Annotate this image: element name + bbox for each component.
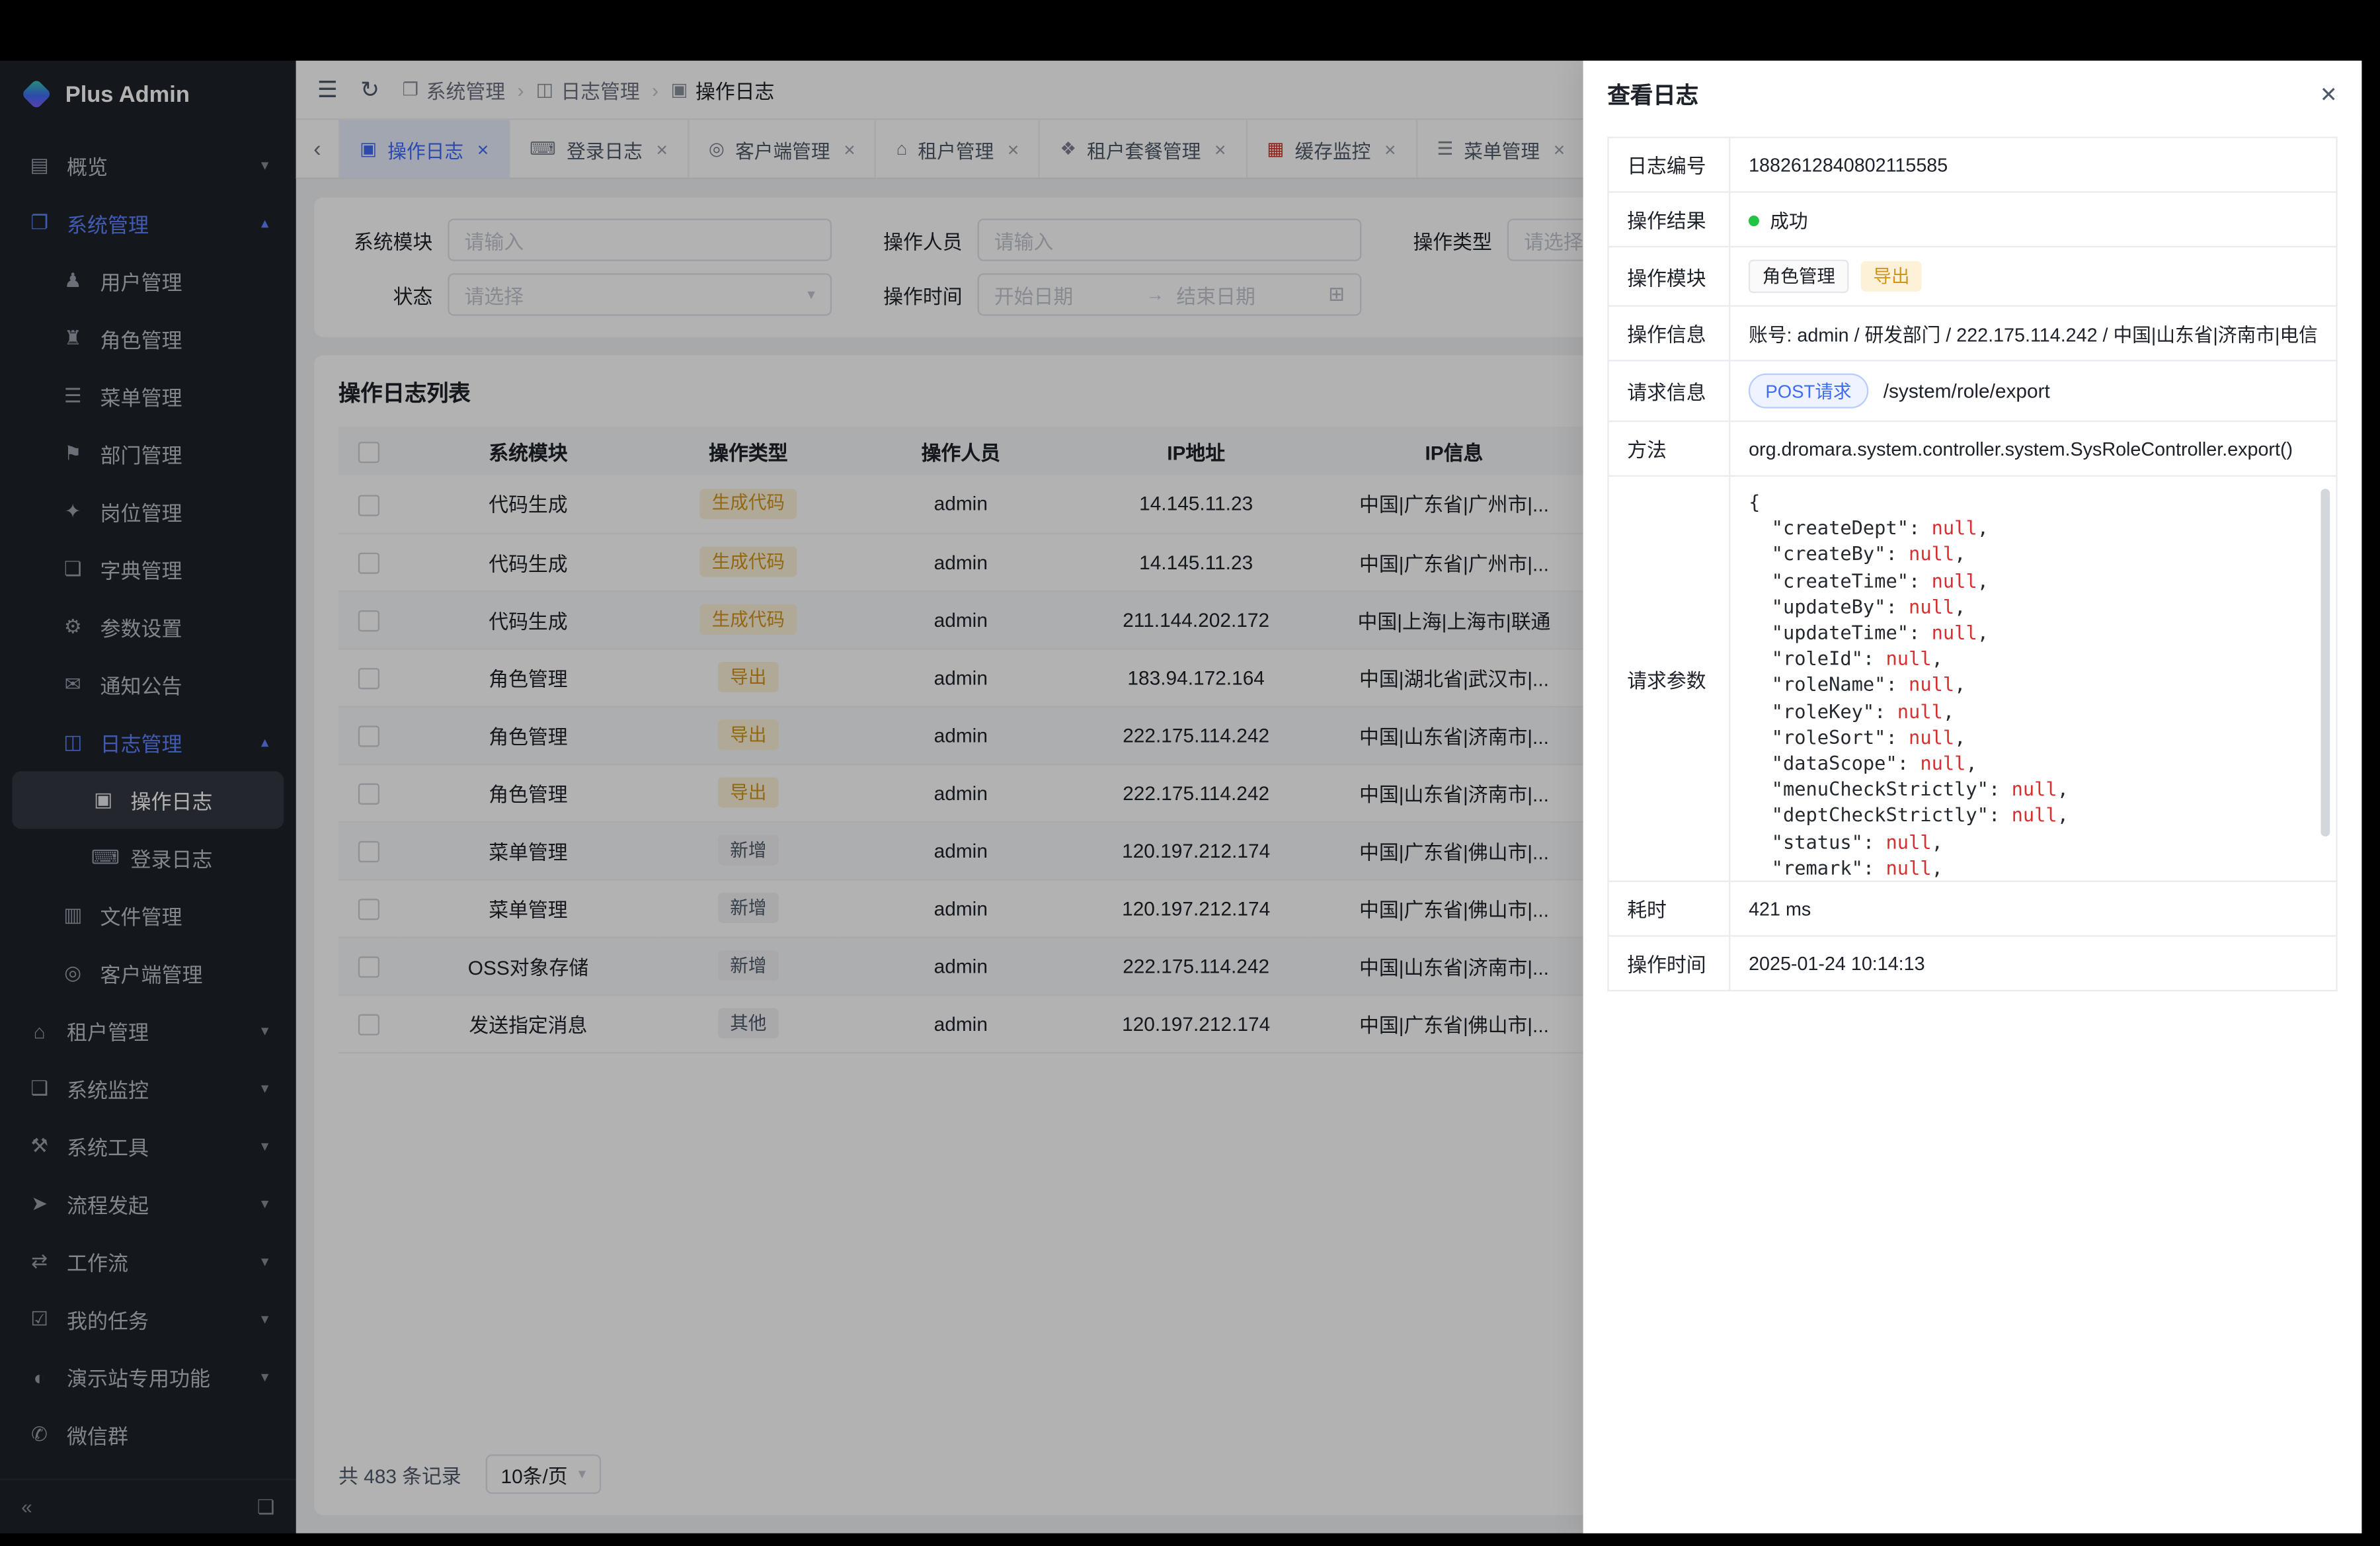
detail-row-module: 操作模块角色管理导出 <box>1608 247 2337 306</box>
detail-row-time: 操作时间2025-01-24 10:14:13 <box>1608 936 2337 991</box>
scrollbar-thumb[interactable] <box>2320 489 2330 836</box>
status-dot <box>1749 216 1759 226</box>
detail-value-result: 成功 <box>1729 192 2336 247</box>
detail-value-params: { "createDept": null, "createBy": null, … <box>1729 476 2336 881</box>
drawer-header: 查看日志 ✕ <box>1583 61 2362 128</box>
detail-row-method: 方法org.dromara.system.controller.system.S… <box>1608 421 2337 476</box>
detail-value-info: 账号: admin / 研发部门 / 222.175.114.242 / 中国|… <box>1729 306 2336 361</box>
detail-row-log-id: 日志编号1882612840802115585 <box>1608 138 2337 192</box>
request-url: /system/role/export <box>1884 380 2050 402</box>
detail-row-request: 请求信息POST请求/system/role/export <box>1608 360 2337 421</box>
detail-value-request: POST请求/system/role/export <box>1729 360 2336 421</box>
detail-label: 操作时间 <box>1608 936 1730 991</box>
detail-label: 操作结果 <box>1608 192 1730 247</box>
detail-row-info: 操作信息账号: admin / 研发部门 / 222.175.114.242 /… <box>1608 306 2337 361</box>
status-text: 成功 <box>1770 211 1807 232</box>
close-icon[interactable]: ✕ <box>2320 81 2338 107</box>
bottom-black-bar <box>0 1533 2380 1545</box>
screen: Plus Admin ▤ 概览 ▾ ❐ 系统管理 ▴ ♟ 用户管理 ♜ 角色管理… <box>0 0 2380 1545</box>
detail-label: 耗时 <box>1608 881 1730 936</box>
drawer-body: 日志编号1882612840802115585操作结果成功操作模块角色管理导出操… <box>1583 128 2362 1533</box>
detail-value-duration: 421 ms <box>1729 881 2336 936</box>
detail-label: 请求参数 <box>1608 476 1730 881</box>
detail-value-method: org.dromara.system.controller.system.Sys… <box>1729 421 2336 476</box>
detail-value-module: 角色管理导出 <box>1729 247 2336 306</box>
module-tag: 导出 <box>1861 261 1922 292</box>
detail-row-duration: 耗时421 ms <box>1608 881 2337 936</box>
view-log-drawer: 查看日志 ✕ 日志编号1882612840802115585操作结果 成功操作模块… <box>1583 61 2362 1533</box>
detail-label: 操作模块 <box>1608 247 1730 306</box>
right-black-strip <box>2361 0 2380 1545</box>
detail-value-log-id: 1882612840802115585 <box>1729 138 2336 192</box>
request-params-json[interactable]: { "createDept": null, "createBy": null, … <box>1731 477 2336 881</box>
detail-label: 日志编号 <box>1608 138 1730 192</box>
detail-label: 方法 <box>1608 421 1730 476</box>
log-detail-table: 日志编号1882612840802115585操作结果成功操作模块角色管理导出操… <box>1607 137 2337 992</box>
detail-row-result: 操作结果 成功 <box>1608 192 2337 247</box>
detail-row-params: 请求参数{ "createDept": null, "createBy": nu… <box>1608 476 2337 881</box>
drawer-title: 查看日志 <box>1607 78 1698 110</box>
request-method-tag: POST请求 <box>1749 374 1868 409</box>
detail-label: 操作信息 <box>1608 306 1730 361</box>
module-tag: 角色管理 <box>1749 260 1849 294</box>
detail-value-time: 2025-01-24 10:14:13 <box>1729 936 2336 991</box>
detail-label: 请求信息 <box>1608 360 1730 421</box>
log-detail-body: 日志编号1882612840802115585操作结果成功操作模块角色管理导出操… <box>1608 138 2337 991</box>
